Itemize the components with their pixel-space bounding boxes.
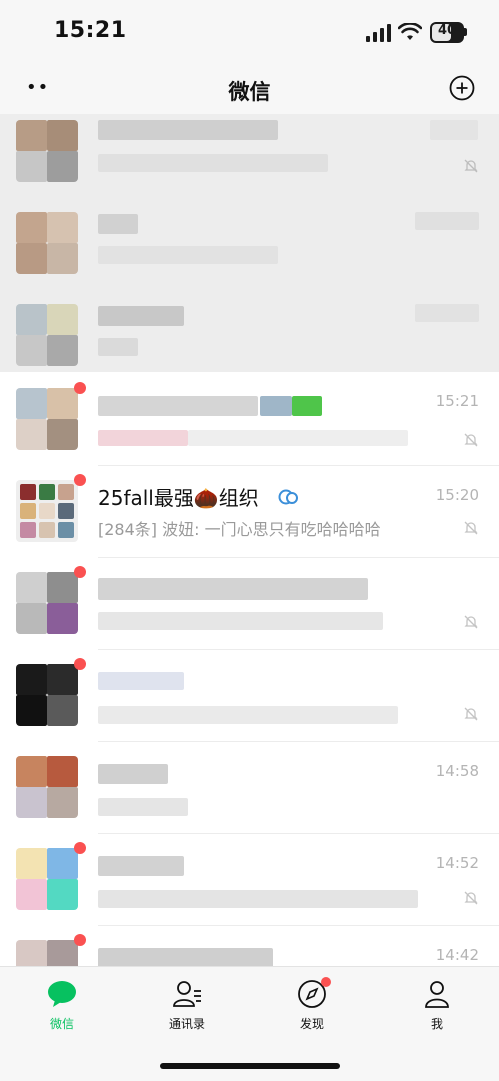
tab-label: 发现 <box>299 1017 324 1031</box>
chat-row[interactable]: 14:52 <box>0 834 499 926</box>
chat-row[interactable] <box>0 558 499 650</box>
nav-bar: •• 微信 <box>0 66 499 114</box>
chat-bubble-icon <box>48 981 76 1007</box>
tab-label: 通讯录 <box>168 1017 205 1031</box>
unread-dot <box>74 842 86 854</box>
status-bar: 15:21 40 <box>0 0 499 66</box>
battery-icon: 40 <box>430 22 464 43</box>
chat-time: 15:21 <box>435 392 479 410</box>
chat-list[interactable]: 15:21 25fall最强🌰组织 [284条] 波妞: 一门心思只有吃哈哈哈哈… <box>0 114 499 966</box>
mute-bell-icon <box>464 891 478 905</box>
chat-time: 14:52 <box>435 854 479 872</box>
tab-chats[interactable]: 微信 <box>27 979 97 1039</box>
unread-dot <box>74 934 86 946</box>
home-indicator[interactable] <box>160 1063 340 1069</box>
chat-row[interactable] <box>0 290 499 382</box>
chat-row[interactable]: 25fall最强🌰组织 [284条] 波妞: 一门心思只有吃哈哈哈哈 15:20 <box>0 466 499 558</box>
tab-label: 微信 <box>49 1017 74 1031</box>
avatar <box>16 120 78 182</box>
mute-bell-icon <box>464 159 478 173</box>
tab-contacts[interactable]: 通讯录 <box>152 979 222 1039</box>
contacts-icon <box>173 981 201 1007</box>
chat-preview: [284条] 波妞: 一门心思只有吃哈哈哈哈 <box>98 520 381 539</box>
avatar <box>16 848 78 910</box>
unread-dot <box>74 566 86 578</box>
mute-bell-icon <box>464 615 478 629</box>
avatar <box>16 388 78 450</box>
mute-bell-icon <box>464 433 478 447</box>
avatar <box>16 212 78 274</box>
battery-level-text: 40 <box>437 23 457 38</box>
chat-row[interactable] <box>0 650 499 742</box>
tab-me[interactable]: 我 <box>402 979 472 1039</box>
chat-time: 15:20 <box>435 486 479 504</box>
unread-dot <box>74 658 86 670</box>
discover-badge-dot <box>321 977 331 987</box>
tab-label: 我 <box>430 1017 443 1031</box>
chat-row[interactable]: 14:42 <box>0 926 499 966</box>
tab-discover[interactable]: 发现 <box>277 977 347 1039</box>
mute-bell-icon <box>464 707 478 721</box>
group-chat-icon <box>278 489 298 505</box>
tab-bar: 微信 通讯录 发现 我 <box>0 966 499 1081</box>
chat-name: 25fall最强🌰组织 <box>98 486 259 510</box>
chat-row[interactable] <box>0 198 499 290</box>
avatar <box>16 756 78 818</box>
group-avatar <box>16 480 78 542</box>
chat-row[interactable]: 15:21 <box>0 374 499 466</box>
chat-row[interactable]: 14:58 <box>0 742 499 834</box>
wifi-icon <box>398 23 422 40</box>
chat-row[interactable] <box>0 114 499 198</box>
mute-bell-icon <box>464 521 478 535</box>
profile-icon <box>425 981 449 1008</box>
avatar <box>16 940 78 966</box>
avatar <box>16 304 78 366</box>
chat-time: 14:42 <box>435 946 479 964</box>
chat-time: 14:58 <box>435 762 479 780</box>
unread-dot <box>74 474 86 486</box>
page-title: 微信 <box>228 80 271 104</box>
avatar <box>16 664 78 726</box>
unread-dot <box>74 382 86 394</box>
status-time: 15:21 <box>54 18 127 43</box>
avatar <box>16 572 78 634</box>
cellular-signal-icon <box>366 24 391 42</box>
plus-circle-icon[interactable] <box>449 75 475 101</box>
